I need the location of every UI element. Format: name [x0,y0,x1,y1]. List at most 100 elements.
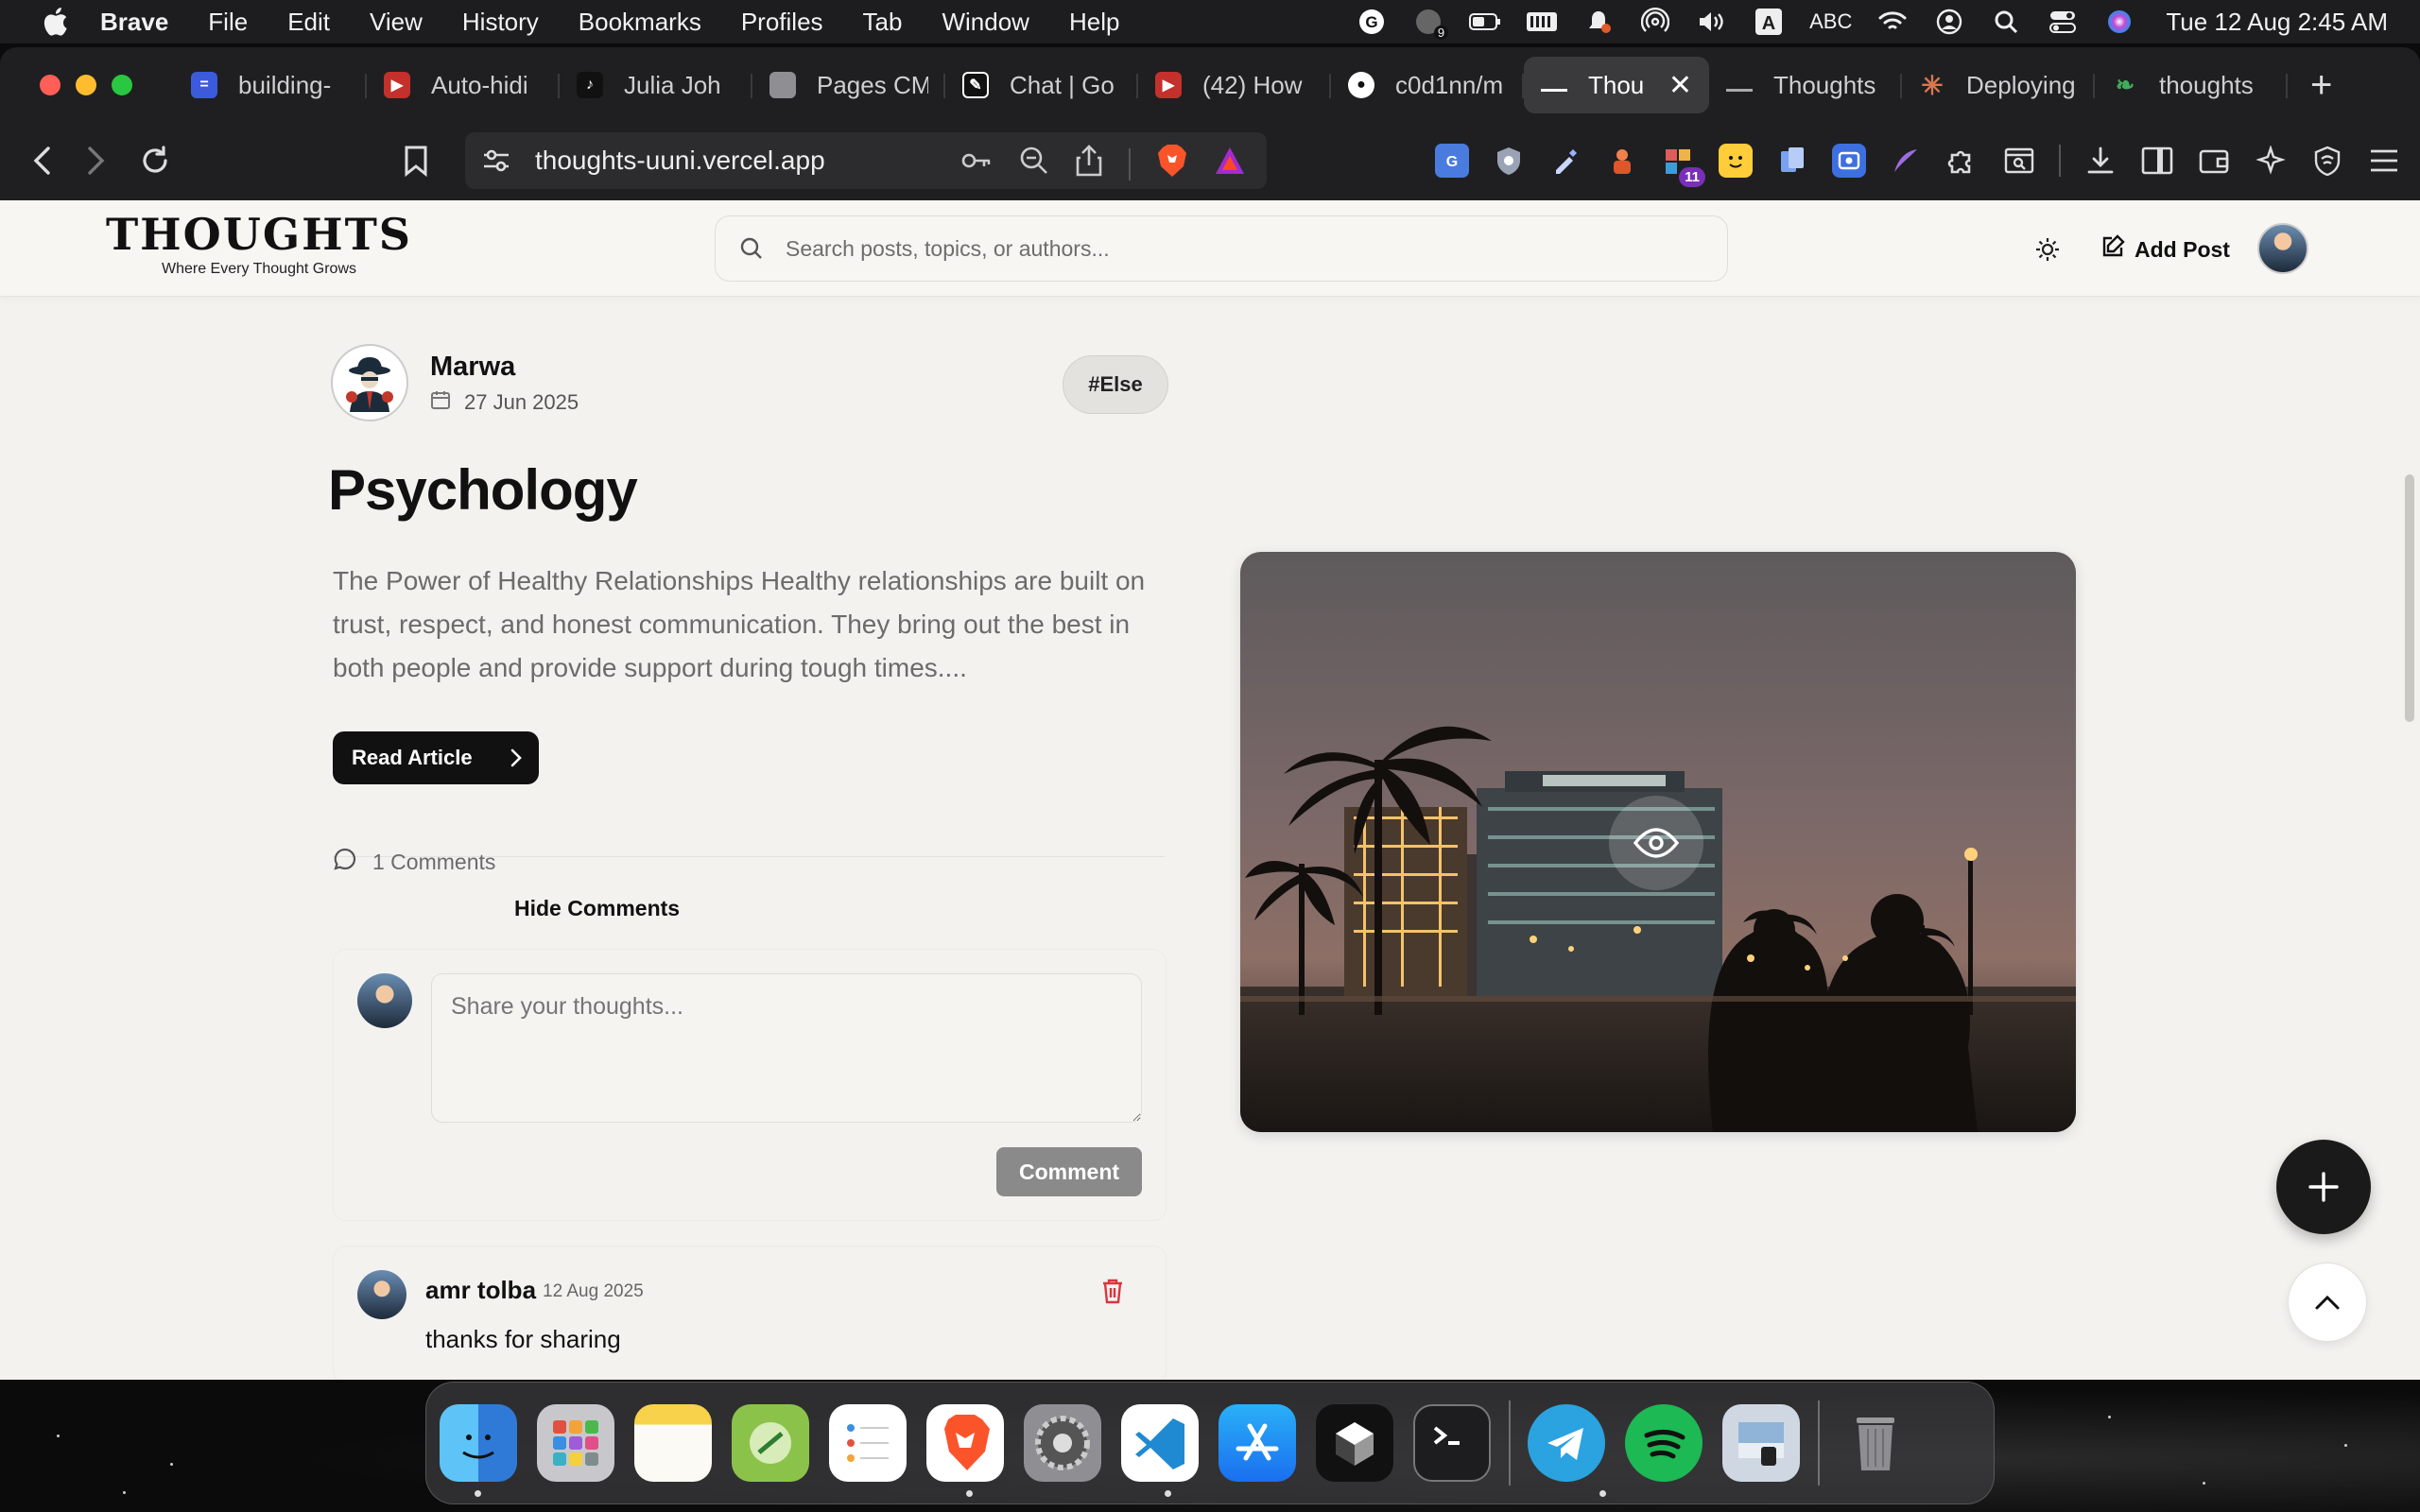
robinhoodie-icon[interactable] [732,1404,809,1482]
close-tab-icon[interactable]: ✕ [1668,69,1692,102]
menu-history[interactable]: History [462,8,539,37]
address-bar[interactable]: thoughts-uuni.vercel.app [465,132,1267,189]
siri-icon[interactable] [2103,8,2135,36]
tab-chat[interactable]: ✎ Chat | Go [945,57,1138,113]
input-source-a-icon[interactable]: A [1753,8,1785,36]
keyboard-icon[interactable] [1526,8,1558,36]
browser-menu-icon[interactable] [2367,144,2401,178]
bookmark-icon[interactable] [397,142,435,180]
trash-icon[interactable] [1837,1404,1914,1482]
password-key-icon[interactable] [960,145,993,183]
menu-edit[interactable]: Edit [287,8,330,37]
screen-recorder-icon[interactable] [1832,144,1866,178]
zoom-window-button[interactable] [112,75,132,95]
spotify-icon[interactable] [1625,1404,1703,1482]
battery-icon[interactable] [1469,8,1501,36]
terminal-icon[interactable] [1413,1404,1491,1482]
tab-building[interactable]: = building- [174,57,367,113]
floating-add-button[interactable] [2276,1140,2371,1234]
spotlight-search-icon[interactable] [1990,8,2022,36]
search-input[interactable]: Search posts, topics, or authors... [786,236,1110,262]
menu-file[interactable]: File [208,8,248,37]
tab-youtube-how[interactable]: ▶ (42) How [1138,57,1331,113]
commenter-name[interactable]: amr tolba [425,1276,536,1305]
leo-ai-icon[interactable] [2254,144,2288,178]
control-center-icon[interactable] [2047,8,2079,36]
airdrop-icon[interactable] [1639,8,1671,36]
wallet-icon[interactable] [2197,144,2231,178]
input-source-label[interactable]: ABC [1809,9,1852,34]
close-window-button[interactable] [40,75,60,95]
tab-thoughts-mongo[interactable]: ❧ thoughts [2095,57,2288,113]
notifications-app-icon[interactable]: 9 [1412,8,1449,40]
bell-icon[interactable] [1582,8,1615,36]
url-text[interactable]: thoughts-uuni.vercel.app [535,146,825,176]
volume-icon[interactable] [1696,8,1728,36]
hide-comments-button[interactable]: Hide Comments [514,896,680,921]
extensions-puzzle-icon[interactable] [1945,144,1979,178]
tab-julia[interactable]: ♪ Julia Joh [560,57,752,113]
finder-icon[interactable] [440,1404,517,1482]
downloads-icon[interactable] [2083,144,2118,178]
submit-comment-button[interactable]: Comment [996,1147,1142,1196]
theme-toggle-sun-icon[interactable] [2032,234,2063,265]
privacy-shield-extension-icon[interactable] [1492,144,1526,178]
menu-help[interactable]: Help [1069,8,1119,37]
copy-extension-icon[interactable] [1775,144,1809,178]
wifi-icon[interactable] [1876,8,1909,36]
cursor-icon[interactable] [1316,1404,1393,1482]
emoji-extension-icon[interactable] [1719,144,1753,178]
brave-rewards-icon[interactable] [1214,146,1246,182]
site-settings-icon[interactable] [482,147,510,174]
sidebar-toggle-icon[interactable] [2140,144,2174,178]
tab-deploying[interactable]: ✳ Deploying [1902,57,2095,113]
author-avatar[interactable] [331,344,408,421]
grammarly-icon[interactable]: G [1356,8,1388,36]
telegram-icon[interactable] [1528,1404,1605,1482]
notes-icon[interactable] [634,1404,712,1482]
back-button[interactable] [23,142,60,180]
tab-github[interactable]: ● c0d1nn/m [1331,57,1524,113]
vpn-icon[interactable] [2310,144,2344,178]
page-scrollbar[interactable] [2405,474,2414,722]
launchpad-icon[interactable] [537,1404,614,1482]
feather-extension-icon[interactable] [1889,144,1923,178]
tab-thoughts-active[interactable]: Thou ✕ [1524,57,1709,113]
menu-tab[interactable]: Tab [863,8,903,37]
site-logo[interactable]: THOUGHTS Where Every Thought Grows [98,210,420,278]
menu-app-name[interactable]: Brave [100,8,168,37]
menu-bookmarks[interactable]: Bookmarks [579,8,701,37]
site-search-bar[interactable]: Search posts, topics, or authors... [715,215,1728,282]
scroll-to-top-button[interactable] [2288,1263,2367,1342]
extension-orange-icon[interactable] [1605,144,1639,178]
read-article-button[interactable]: Read Article [333,731,539,784]
zoom-out-icon[interactable] [1019,146,1049,182]
post-author-name[interactable]: Marwa [430,352,515,383]
share-icon[interactable] [1076,145,1102,183]
post-tag-badge[interactable]: #Else [1063,355,1168,414]
preview-icon[interactable] [1722,1404,1800,1482]
vscode-icon[interactable] [1121,1404,1199,1482]
app-store-icon[interactable] [1219,1404,1296,1482]
system-settings-icon[interactable] [1024,1404,1101,1482]
google-translate-icon[interactable]: G [1435,144,1469,178]
tab-pages-cms[interactable]: Pages CM [752,57,945,113]
menu-view[interactable]: View [370,8,423,37]
find-in-page-icon[interactable] [2002,144,2036,178]
reload-button[interactable] [136,142,174,180]
apple-menu-icon[interactable] [36,6,74,38]
user-account-icon[interactable] [1933,8,1965,36]
menu-window[interactable]: Window [942,8,1028,37]
add-post-button[interactable]: Add Post [2100,229,2230,270]
minimize-window-button[interactable] [76,75,96,95]
view-image-eye-icon[interactable] [1609,796,1703,890]
new-tab-button[interactable]: + [2310,64,2332,107]
reminders-icon[interactable] [829,1404,907,1482]
post-title[interactable]: Psychology [328,457,638,523]
menu-profiles[interactable]: Profiles [741,8,823,37]
user-avatar[interactable] [2257,223,2308,274]
brave-icon[interactable] [926,1404,1004,1482]
comment-textarea[interactable] [431,973,1142,1123]
color-picker-icon[interactable] [1548,144,1582,178]
brave-shields-icon[interactable] [1157,144,1187,184]
